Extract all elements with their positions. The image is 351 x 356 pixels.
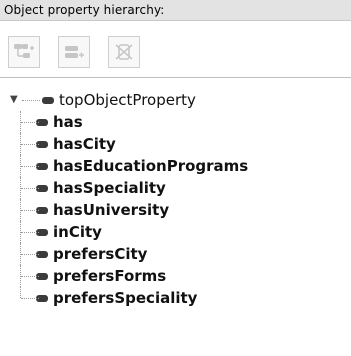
- property-label[interactable]: prefersSpeciality: [53, 289, 197, 307]
- tree-root-node[interactable]: ▼ topObjectProperty: [8, 89, 343, 111]
- tree-node[interactable]: hasEducationPrograms: [8, 155, 343, 177]
- root-property-label[interactable]: topObjectProperty: [59, 91, 196, 109]
- tree-node[interactable]: has: [8, 111, 343, 133]
- tree-connector: [8, 177, 39, 199]
- tree-node[interactable]: hasUniversity: [8, 199, 343, 221]
- tree-connector: [8, 133, 39, 155]
- panel-header: Object property hierarchy:: [0, 0, 351, 21]
- add-sibling-property-icon: [65, 46, 84, 58]
- tree-node[interactable]: prefersForms: [8, 265, 343, 287]
- tree-connector: [22, 99, 40, 101]
- tree-connector: [8, 199, 39, 221]
- tree-node[interactable]: inCity: [8, 221, 343, 243]
- property-label[interactable]: has: [53, 113, 83, 131]
- object-property-hierarchy-panel: Object property hierarchy: ▼ topObjectPr…: [0, 0, 351, 356]
- panel-title: Object property hierarchy:: [4, 3, 165, 17]
- object-property-icon: [42, 96, 54, 104]
- delete-property-button[interactable]: [108, 36, 140, 68]
- tree-connector: [8, 287, 39, 309]
- property-tree-area: ▼ topObjectProperty has hasCity hasEduca…: [0, 77, 351, 356]
- tree-node[interactable]: hasSpeciality: [8, 177, 343, 199]
- tree-connector: [8, 111, 39, 133]
- property-label[interactable]: inCity: [53, 223, 102, 241]
- property-label[interactable]: hasSpeciality: [53, 179, 166, 197]
- toolbar: [0, 21, 351, 77]
- delete-property-icon: [115, 44, 133, 60]
- tree-connector: [8, 221, 39, 243]
- property-label[interactable]: hasUniversity: [53, 201, 169, 219]
- tree-node[interactable]: prefersSpeciality: [8, 287, 343, 309]
- add-sibling-property-button[interactable]: [58, 36, 90, 68]
- tree-node[interactable]: prefersCity: [8, 243, 343, 265]
- property-label[interactable]: prefersForms: [53, 267, 166, 285]
- tree-connector: [8, 155, 39, 177]
- collapse-toggle-icon[interactable]: ▼: [10, 95, 20, 105]
- tree-connector: [8, 243, 39, 265]
- property-label[interactable]: hasEducationPrograms: [53, 157, 248, 175]
- add-subproperty-button[interactable]: [8, 36, 40, 68]
- property-label[interactable]: hasCity: [53, 135, 116, 153]
- tree-node[interactable]: hasCity: [8, 133, 343, 155]
- property-label[interactable]: prefersCity: [53, 245, 147, 263]
- tree-connector: [8, 265, 39, 287]
- add-sub-property-icon: [14, 44, 34, 58]
- property-tree: ▼ topObjectProperty has hasCity hasEduca…: [8, 89, 343, 309]
